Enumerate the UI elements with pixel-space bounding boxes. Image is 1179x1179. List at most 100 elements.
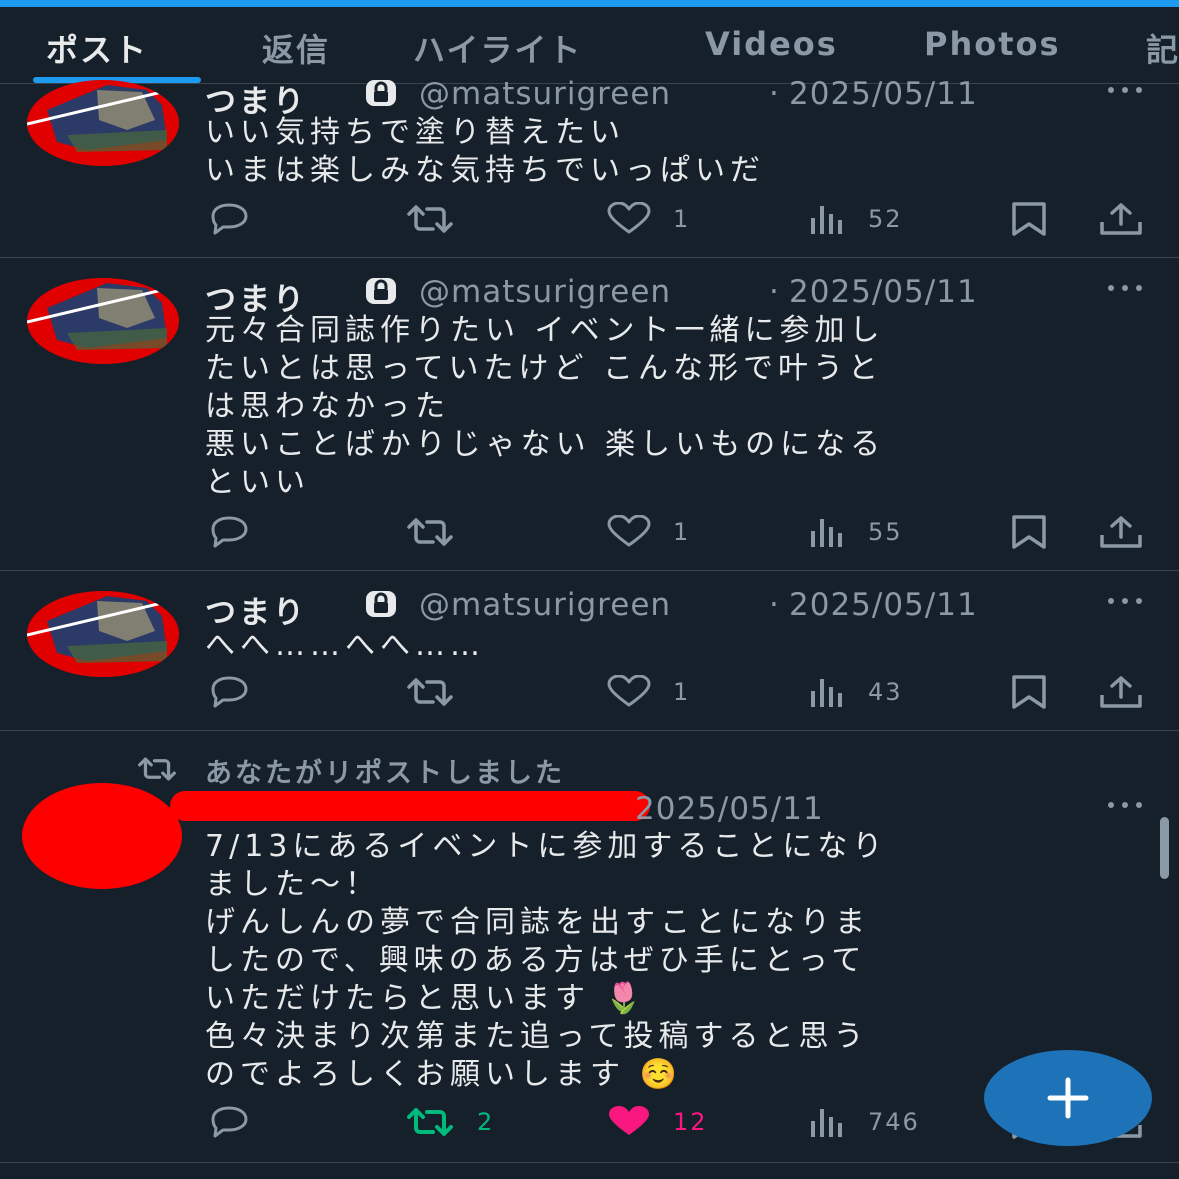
post-text-line: 色々決まり次第また追って投稿すると思う [205,1019,869,1054]
bookmark-icon [1012,515,1046,549]
avatar[interactable] [27,80,179,166]
post-text-line: たいとは思っていたけど こんな形で叶うと [205,351,884,386]
more-icon[interactable] [1103,80,1147,100]
post-text-line: 7/13にあるイベントに参加することになり [205,829,888,864]
like-count: 1 [673,205,691,233]
repost-button[interactable] [403,672,457,712]
post[interactable]: つまり @matsurigreen · 2025/05/11 へへ……へへ…… … [0,571,1179,731]
reply-icon [211,1106,248,1138]
reply-button[interactable] [205,512,253,552]
post-text-line: したので、興味のある方はぜひ手にとって [205,943,867,978]
views-icon [811,1109,842,1137]
profile-tabs: ポスト 返信 ハイライト Videos Photos 記 [0,7,1179,84]
tab-videos[interactable]: Videos [705,25,838,63]
repost-icon [407,205,453,233]
post-date[interactable]: 2025/05/11 [789,587,978,623]
post-text-line: 元々合同誌作りたい イベント一緒に参加し [205,313,885,348]
repost-label: あなたがリポストしました [205,758,565,789]
reply-button[interactable] [205,199,253,239]
share-icon [1100,516,1142,548]
views-button[interactable]: 43 [808,672,903,712]
reply-button[interactable] [205,672,253,712]
post-text-line: といい [205,465,310,500]
repost-icon [138,757,176,781]
heart-icon [607,675,651,707]
lock-icon [366,80,396,106]
tab-posts[interactable]: ポスト [46,25,148,71]
repost-button-active[interactable]: 2 [403,1102,494,1142]
heart-icon [607,202,651,234]
like-button[interactable]: 1 [605,672,690,712]
reply-button[interactable] [205,1102,253,1142]
repost-icon [407,1108,453,1136]
views-icon [811,679,842,707]
views-button[interactable]: 52 [808,199,903,239]
post-text-line: いただけたらと思います 🌷 [205,981,647,1016]
bookmark-button[interactable] [1010,199,1048,239]
tab-replies[interactable]: 返信 [262,25,330,71]
tab-highlights[interactable]: ハイライト [413,25,582,71]
more-icon[interactable] [1103,278,1147,298]
repost-count: 2 [477,1108,495,1136]
like-count: 1 [673,518,691,546]
views-button[interactable]: 55 [808,512,903,552]
view-count: 43 [868,678,903,706]
repost-icon [407,518,453,546]
post-actions: 1 55 [0,512,1179,552]
compose-post-button[interactable] [984,1050,1152,1146]
post-text-line: ました〜！ [205,867,380,902]
tab-photos[interactable]: Photos [924,25,1061,63]
redacted-username [170,791,650,821]
like-button[interactable]: 1 [605,512,690,552]
post-text: 元々合同誌作りたい イベント一緒に参加し たいとは思っていたけど こんな形で叶う… [205,312,1145,502]
separator-dot: · [769,76,779,112]
like-count: 12 [673,1108,708,1136]
more-icon[interactable] [1103,591,1147,611]
share-button[interactable] [1099,672,1143,712]
more-icon[interactable] [1103,795,1147,815]
post-text: いい気持ちで塗り替えたい いまは楽しみな気持ちでいっぱいだ [205,114,1145,190]
user-handle[interactable]: @matsurigreen [419,76,671,112]
view-count: 746 [868,1108,920,1136]
share-button[interactable] [1099,199,1143,239]
post-date[interactable]: 2025/05/11 [789,274,978,310]
bookmark-button[interactable] [1010,672,1048,712]
reply-icon [211,676,248,708]
repost-button[interactable] [403,199,457,239]
avatar[interactable] [27,591,179,677]
redacted-avatar[interactable] [22,783,182,889]
post-date[interactable]: 2025/05/11 [789,76,978,112]
post-date[interactable]: 2025/05/11 [635,791,824,827]
separator-dot: · [769,587,779,623]
bookmark-icon [1012,202,1046,236]
post-text-line: いい気持ちで塗り替えたい [205,115,625,150]
lock-icon [366,278,396,304]
display-name[interactable]: つまり [205,587,307,632]
heart-icon [609,1106,649,1135]
share-button[interactable] [1099,512,1143,552]
bookmark-button[interactable] [1010,512,1048,552]
share-icon [1100,676,1142,708]
lock-icon [366,591,396,617]
scrollbar-thumb[interactable] [1160,817,1169,879]
user-handle[interactable]: @matsurigreen [419,587,671,623]
user-handle[interactable]: @matsurigreen [419,274,671,310]
post-text-line: へへ……へへ…… [205,628,485,663]
post-text-line: げんしんの夢で合同誌を出すことになりま [205,905,870,940]
post-text: 7/13にあるイベントに参加することになり ました〜！ げんしんの夢で合同誌を出… [205,828,1145,1094]
bookmark-icon [1012,675,1046,709]
heart-icon [607,515,651,547]
post[interactable]: つまり @matsurigreen · 2025/05/11 いい気持ちで塗り替… [0,76,1179,258]
reply-icon [211,203,248,235]
post[interactable]: つまり @matsurigreen · 2025/05/11 元々合同誌作りたい… [0,258,1179,571]
avatar[interactable] [27,278,179,364]
tab-articles[interactable]: 記 [1146,25,1179,71]
like-button[interactable]: 1 [605,199,690,239]
view-count: 55 [868,518,903,546]
post-actions: 1 43 [0,672,1179,712]
post-text-line: は思わなかった [205,389,450,424]
repost-button[interactable] [403,512,457,552]
views-button[interactable]: 746 [808,1102,920,1142]
like-button-active[interactable]: 12 [605,1102,708,1142]
separator-dot: · [769,274,779,310]
